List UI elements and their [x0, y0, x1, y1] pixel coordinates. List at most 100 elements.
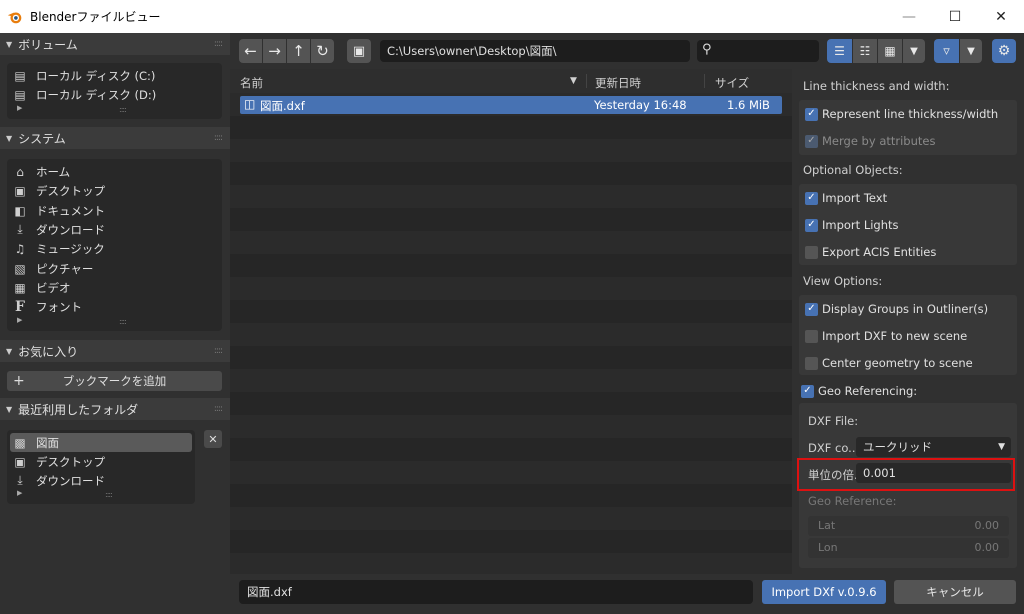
gear-icon[interactable]: ⚙ [992, 39, 1016, 63]
column-size[interactable]: サイズ [715, 75, 749, 91]
disk-icon: ▤ [14, 87, 26, 102]
column-name[interactable]: 名前 [240, 75, 263, 91]
chevron-down-icon[interactable]: ▼ [903, 39, 925, 63]
cancel-button[interactable]: キャンセル [894, 580, 1016, 604]
column-date[interactable]: 更新日時 [595, 75, 641, 91]
drag-grip-icon[interactable]: :::: [214, 346, 223, 356]
file-icon: ◫ [244, 97, 256, 111]
folder-icon: ▩ [14, 435, 26, 450]
checkbox-checked-icon: ✓ [805, 302, 818, 316]
recent-header[interactable]: ▼ 最近利用したフォルダ :::: [0, 398, 230, 420]
checkbox-checked-icon: ✓ [801, 384, 814, 398]
sidebar-item-music[interactable]: ♫ ミュージック [12, 239, 105, 258]
checkbox-checked-icon: ✓ [805, 218, 818, 232]
table-row[interactable]: ◫ 図面.dxf Yesterday 16:48 1.6 MiB [240, 96, 782, 114]
import-button[interactable]: Import DXf v.0.9.6 [762, 580, 886, 604]
lon-field: Lon 0.00 [808, 538, 1009, 558]
checkbox-checked-icon: ✓ [805, 134, 818, 148]
resize-grip-icon[interactable]: :::: [119, 105, 127, 114]
volumes-header[interactable]: ▼ ボリューム :::: [0, 33, 230, 55]
desktop-icon: ▣ [14, 454, 26, 469]
resize-grip-icon[interactable]: :::: [119, 317, 127, 326]
search-icon: ⚲ [702, 42, 712, 57]
options-panel: Line thickness and width: ✓ Represent li… [792, 69, 1024, 574]
collapse-triangle-icon[interactable]: ▼ [6, 405, 12, 414]
sort-down-icon[interactable]: ▼ [570, 76, 577, 86]
sidebar-item-home[interactable]: ⌂ ホーム [12, 162, 70, 181]
sidebar-item-recent-desktop[interactable]: ▣ デスクトップ [12, 452, 105, 471]
sidebar-item-recent-downloads[interactable]: ⤓ ダウンロード [12, 471, 105, 490]
home-icon: ⌂ [16, 164, 24, 179]
drag-grip-icon[interactable]: :::: [214, 39, 223, 49]
filter-icon[interactable]: ▿ [934, 39, 959, 63]
parent-dir-icon[interactable]: ↑ [287, 39, 310, 63]
drag-grip-icon[interactable]: :::: [214, 133, 223, 143]
checkbox-checked-icon: ✓ [805, 107, 818, 121]
display-groups-checkbox[interactable]: ✓ Display Groups in Outliner(s) [805, 301, 988, 317]
thumbnail-view-icon[interactable]: ▦ [878, 39, 902, 63]
file-list: 名前 ▼ 更新日時 サイズ ◫ 図面.dxf Yesterday 16:48 1… [230, 69, 792, 574]
represent-line-checkbox[interactable]: ✓ Represent line thickness/width [805, 106, 998, 122]
sidebar-item-desktop[interactable]: ▣ デスクトップ [12, 181, 105, 200]
geo-referencing-checkbox[interactable]: ✓ Geo Referencing: [801, 383, 917, 399]
volumes-title: ボリューム [18, 37, 78, 52]
maximize-icon[interactable]: ☐ [932, 0, 978, 33]
list-view-icon[interactable]: ☰ [827, 39, 852, 63]
expand-arrow-icon[interactable]: ▶ [17, 104, 22, 112]
close-icon[interactable]: ✕ [978, 0, 1024, 33]
dxf-file-label: DXF File: [808, 414, 859, 428]
import-new-scene-checkbox[interactable]: Import DXF to new scene [805, 328, 967, 344]
expand-arrow-icon[interactable]: ▶ [17, 489, 22, 497]
center-geometry-checkbox[interactable]: Center geometry to scene [805, 355, 973, 371]
sidebar-item-pictures[interactable]: ▧ ピクチャー [12, 259, 93, 278]
documents-icon: ◧ [14, 203, 26, 218]
checkbox-unchecked-icon [805, 245, 818, 259]
sidebar-item-c-drive[interactable]: ▤ ローカル ディスク (C:) [12, 66, 155, 85]
collapse-triangle-icon[interactable]: ▼ [6, 134, 12, 143]
volumes-panel: ▤ ローカル ディスク (C:) ▤ ローカル ディスク (D:) ▶ :::: [7, 63, 222, 119]
sidebar-item-downloads[interactable]: ⤓ ダウンロード [12, 220, 105, 239]
recent-title: 最近利用したフォルダ [18, 402, 139, 417]
forward-arrow-icon[interactable]: → [263, 39, 286, 63]
add-bookmark-button[interactable]: + ブックマークを追加 [7, 371, 222, 391]
short-list-view-icon[interactable]: ☷ [853, 39, 877, 63]
checkbox-checked-icon: ✓ [805, 191, 818, 205]
resize-grip-icon[interactable]: :::: [105, 490, 113, 499]
merge-attributes-checkbox: ✓ Merge by attributes [805, 133, 935, 149]
dxf-coord-select[interactable]: ユークリッド ▼ [856, 437, 1011, 457]
import-text-checkbox[interactable]: ✓ Import Text [805, 190, 887, 206]
dxf-coord-label: DXF co... [808, 441, 860, 455]
sidebar-item-recent-zumen[interactable]: ▩ 図面 [10, 433, 192, 452]
collapse-triangle-icon[interactable]: ▼ [6, 40, 12, 49]
sidebar-item-d-drive[interactable]: ▤ ローカル ディスク (D:) [12, 85, 156, 104]
system-header[interactable]: ▼ システム :::: [0, 127, 230, 149]
system-panel: ⌂ ホーム ▣ デスクトップ ◧ ドキュメント ⤓ ダウンロード ♫ ミュージッ… [7, 159, 222, 331]
favorites-header[interactable]: ▼ お気に入り :::: [0, 340, 230, 362]
drag-grip-icon[interactable]: :::: [214, 404, 223, 414]
search-input[interactable]: ⚲ [697, 40, 819, 62]
optional-objects-box: ✓ Import Text ✓ Import Lights Export ACI… [799, 184, 1017, 265]
back-arrow-icon[interactable]: ← [239, 39, 262, 63]
import-lights-checkbox[interactable]: ✓ Import Lights [805, 217, 899, 233]
new-folder-icon[interactable]: ▣ [347, 39, 371, 63]
chevron-down-icon[interactable]: ▼ [960, 39, 982, 63]
sidebar-item-videos[interactable]: ▦ ビデオ [12, 278, 70, 297]
column-header: 名前 ▼ 更新日時 サイズ [230, 69, 792, 93]
title-bar: Blenderファイルビュー — ☐ ✕ [0, 0, 1024, 33]
export-acis-checkbox[interactable]: Export ACIS Entities [805, 244, 936, 260]
path-input[interactable]: C:\Users\owner\Desktop\図面\ [380, 40, 690, 62]
collapse-triangle-icon[interactable]: ▼ [6, 347, 12, 356]
checkbox-unchecked-icon [805, 356, 818, 370]
sidebar-item-fonts[interactable]: F フォント [12, 297, 82, 316]
minimize-icon[interactable]: — [886, 0, 932, 33]
sidebar-item-documents[interactable]: ◧ ドキュメント [12, 201, 105, 220]
column-separator[interactable] [704, 74, 705, 88]
highlight-box [797, 458, 1015, 491]
filename-input[interactable]: 図面.dxf [239, 580, 753, 604]
picture-icon: ▧ [14, 261, 26, 276]
refresh-icon[interactable]: ↻ [311, 39, 334, 63]
toolbar: ← → ↑ ↻ ▣ C:\Users\owner\Desktop\図面\ ⚲ ☰… [230, 33, 1024, 69]
expand-arrow-icon[interactable]: ▶ [17, 316, 22, 324]
remove-recent-button[interactable]: ✕ [204, 430, 222, 448]
column-separator[interactable] [586, 74, 587, 88]
